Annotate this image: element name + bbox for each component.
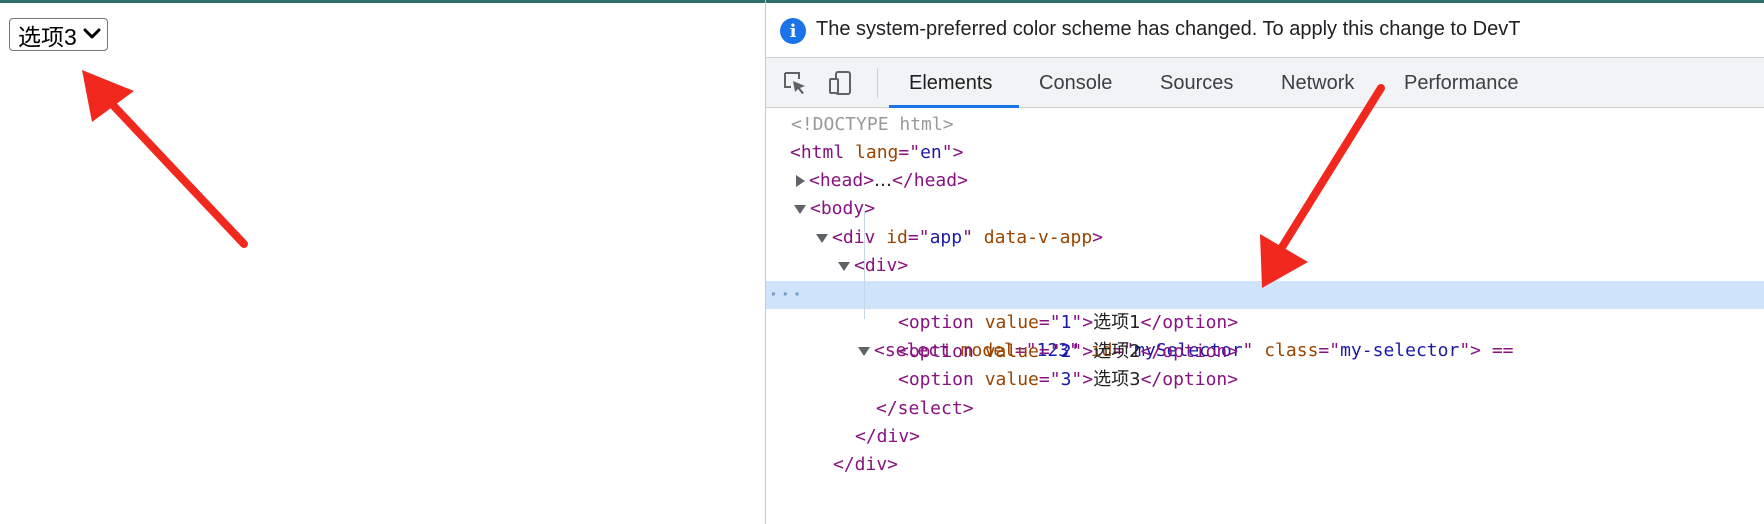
- tree-row-head[interactable]: <head>…</head>: [766, 167, 1764, 195]
- option-2-text: 选项2: [1093, 341, 1141, 362]
- html-tag: html: [800, 142, 845, 163]
- tree-row-doctype[interactable]: <!DOCTYPE html>: [766, 111, 1764, 139]
- head-close-tag: head: [913, 170, 958, 191]
- chevron-down-icon: [83, 28, 101, 39]
- tree-row-body[interactable]: <body>: [766, 195, 1764, 223]
- selected-option-text: 选项3: [18, 23, 77, 50]
- tree-row-html[interactable]: <html lang="en">: [766, 139, 1764, 167]
- info-icon: i: [780, 18, 806, 44]
- head-tag: head: [819, 170, 864, 191]
- div-app-attr-id: id: [886, 227, 908, 248]
- html-attr: lang: [855, 142, 899, 163]
- tab-sources[interactable]: Sources: [1160, 72, 1233, 95]
- tab-network[interactable]: Network: [1281, 72, 1354, 95]
- device-toolbar-icon[interactable]: [828, 70, 854, 96]
- tree-row-select-close[interactable]: </select>: [766, 395, 1764, 423]
- expand-arrow-icon[interactable]: [796, 175, 805, 187]
- tree-row-option-3[interactable]: <option value="3">选项3</option>: [766, 366, 1764, 394]
- option-2-value: 2: [1060, 341, 1072, 362]
- active-tab-indicator: [889, 105, 1019, 108]
- tree-row-div-close[interactable]: </div>: [766, 423, 1764, 451]
- tree-row-option-1[interactable]: <option value="1">选项1</option>: [766, 309, 1764, 337]
- devtools-panel: i The system-preferred color scheme has …: [766, 3, 1764, 524]
- doctype-text: <!DOCTYPE html>: [791, 114, 954, 135]
- tree-row-div[interactable]: <div>: [766, 252, 1764, 280]
- toolbar-separator: [877, 68, 878, 98]
- tree-indent-guide: [864, 211, 865, 319]
- inspect-element-icon[interactable]: [782, 70, 808, 96]
- option-1-value: 1: [1060, 312, 1072, 333]
- div-app-id-value: app: [929, 227, 963, 248]
- row-more-dots[interactable]: ···: [768, 281, 804, 309]
- tab-performance[interactable]: Performance: [1404, 72, 1519, 95]
- option-3-value: 3: [1060, 369, 1072, 390]
- devtools-toolbar: Elements Console Sources Network Perform…: [766, 58, 1764, 108]
- my-selector-dropdown[interactable]: 选项3: [9, 18, 108, 51]
- option-1-text: 选项1: [1093, 312, 1141, 333]
- tree-row-option-2[interactable]: <option value="2">选项2</option>: [766, 338, 1764, 366]
- html-attr-value: en: [920, 142, 942, 163]
- option-3-text: 选项3: [1093, 369, 1141, 390]
- collapse-arrow-icon[interactable]: [838, 261, 850, 271]
- tree-row-select-selected[interactable]: ··· <select model="123" id="mySelector" …: [766, 281, 1764, 361]
- tree-row-div-app-close[interactable]: </div>: [766, 451, 1764, 479]
- collapse-arrow-icon[interactable]: [794, 204, 806, 214]
- div-app-attr-data-v-app: data-v-app: [983, 227, 1093, 248]
- tab-console[interactable]: Console: [1039, 72, 1112, 95]
- page-viewport: 选项3: [0, 3, 765, 524]
- tree-row-div-app[interactable]: <div id="app" data-v-app>: [766, 224, 1764, 252]
- infobar-message: The system-preferred color scheme has ch…: [816, 18, 1521, 40]
- body-tag: body: [820, 198, 865, 219]
- color-scheme-infobar: i The system-preferred color scheme has …: [766, 3, 1764, 58]
- collapse-arrow-icon[interactable]: [816, 233, 828, 243]
- tab-elements[interactable]: Elements: [909, 72, 992, 95]
- head-collapsed-ellipsis: …: [874, 170, 893, 191]
